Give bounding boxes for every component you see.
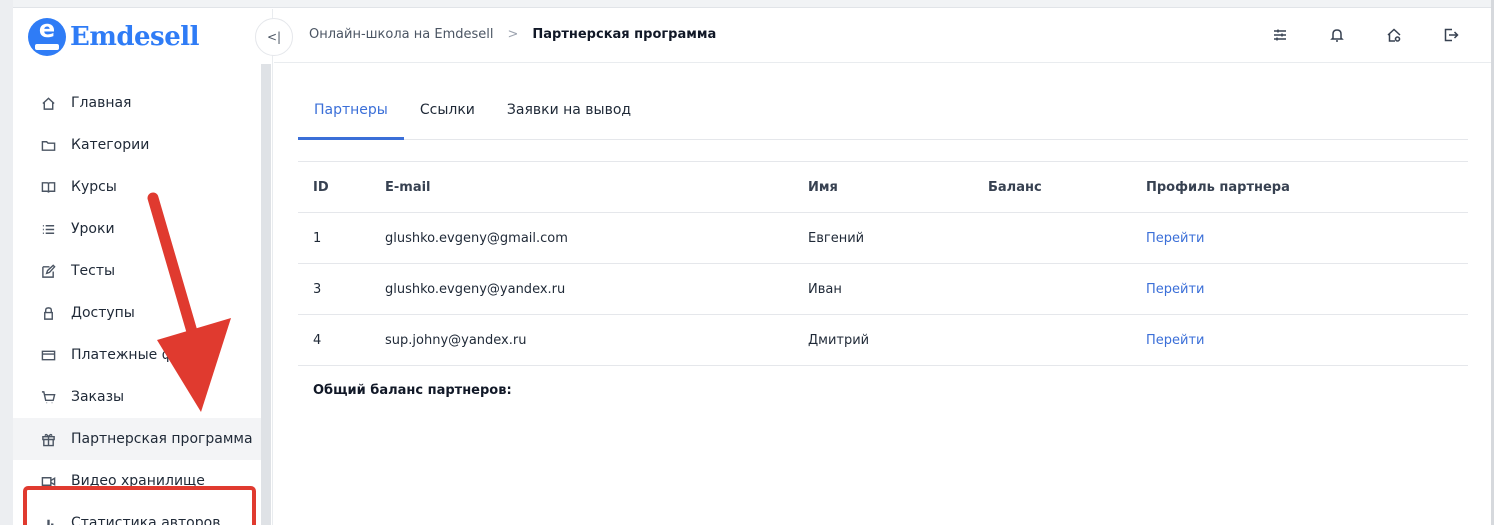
sidebar-item-label: Статистика авторов xyxy=(71,515,221,525)
column-header-profile: Профиль партнера xyxy=(1146,179,1290,195)
sidebar-nav: Главная Категории Курсы Уроки Тесты Дост… xyxy=(13,82,261,525)
settings-sliders-button[interactable] xyxy=(1270,25,1290,45)
sidebar-item-lessons[interactable]: Уроки xyxy=(13,208,261,250)
school-settings-button[interactable] xyxy=(1384,25,1404,45)
folder-icon xyxy=(39,136,57,154)
sidebar-item-orders[interactable]: Заказы xyxy=(13,376,261,418)
logout-button[interactable] xyxy=(1441,25,1461,45)
brand-name: Emdesell xyxy=(70,22,199,52)
sidebar-item-label: Доступы xyxy=(71,305,135,321)
sidebar-item-label: Платежные ф xyxy=(71,347,174,363)
notifications-button[interactable] xyxy=(1327,25,1347,45)
sidebar-item-tests[interactable]: Тесты xyxy=(13,250,261,292)
sidebar-item-label: Курсы xyxy=(71,179,117,195)
sidebar-item-label: Заказы xyxy=(71,389,125,405)
column-header-balance: Баланс xyxy=(988,179,1042,195)
top-header: <| Онлайн-школа на Emdesell > Партнерска… xyxy=(255,9,1491,63)
settings-sliders-icon xyxy=(1274,29,1286,41)
sidebar-item-categories[interactable]: Категории xyxy=(13,124,261,166)
cart-icon xyxy=(39,388,57,406)
cell-id: 1 xyxy=(313,230,322,246)
cell-name: Дмитрий xyxy=(808,332,870,348)
browser-top-edge xyxy=(0,0,1494,8)
gift-icon xyxy=(39,430,57,448)
cell-email: sup.johny@yandex.ru xyxy=(385,332,527,348)
bell-icon xyxy=(1330,29,1344,42)
column-header-id: ID xyxy=(313,179,329,195)
table-row: 1 glushko.evgeny@gmail.com Евгений Перей… xyxy=(298,213,1468,264)
collapse-sidebar-button[interactable]: <| xyxy=(255,18,293,56)
sidebar-item-courses[interactable]: Курсы xyxy=(13,166,261,208)
card-icon xyxy=(39,346,57,364)
partner-profile-link[interactable]: Перейти xyxy=(1146,231,1205,246)
edit-icon xyxy=(39,262,57,280)
tab-partners[interactable]: Партнеры xyxy=(298,81,404,140)
partner-profile-link[interactable]: Перейти xyxy=(1146,282,1205,297)
breadcrumb-parent-link[interactable]: Онлайн-школа на Emdesell xyxy=(309,27,493,42)
partner-profile-link[interactable]: Перейти xyxy=(1146,333,1205,348)
home-gear-icon xyxy=(1387,28,1401,42)
column-header-email: E-mail xyxy=(385,179,431,195)
sidebar-scrollbar[interactable] xyxy=(261,64,271,525)
header-actions xyxy=(1270,25,1461,45)
cell-id: 4 xyxy=(313,332,322,348)
logo-mark-icon: e xyxy=(28,18,66,56)
cell-email: glushko.evgeny@yandex.ru xyxy=(385,281,566,297)
sidebar-item-payment-forms[interactable]: Платежные ф xyxy=(13,334,261,376)
video-icon xyxy=(39,472,57,490)
column-header-name: Имя xyxy=(808,179,838,195)
main-content: Партнеры Ссылки Заявки на вывод ID E-mai… xyxy=(298,64,1468,398)
sidebar-item-label: Главная xyxy=(71,95,132,111)
book-icon xyxy=(39,178,57,196)
sidebar-item-label: Видео хранилище xyxy=(71,473,205,489)
tab-withdrawal-requests[interactable]: Заявки на вывод xyxy=(491,81,647,139)
sidebar-item-label: Уроки xyxy=(71,221,115,237)
sidebar-item-label: Партнерская программа xyxy=(71,431,253,447)
sidebar-item-author-stats[interactable]: Статистика авторов xyxy=(13,502,261,525)
sidebar-item-video-storage[interactable]: Видео хранилище xyxy=(13,460,261,502)
brand-logo[interactable]: e Emdesell xyxy=(28,17,199,57)
breadcrumb-current: Партнерская программа xyxy=(532,27,717,42)
table-row: 3 glushko.evgeny@yandex.ru Иван Перейти xyxy=(298,264,1468,315)
sidebar-item-label: Категории xyxy=(71,137,150,153)
lock-icon xyxy=(39,304,57,322)
table-row: 4 sup.johny@yandex.ru Дмитрий Перейти xyxy=(298,315,1468,366)
window-left-edge xyxy=(0,0,13,525)
list-icon xyxy=(39,220,57,238)
sidebar-item-access[interactable]: Доступы xyxy=(13,292,261,334)
sidebar-item-partner-program[interactable]: Партнерская программа xyxy=(13,418,261,460)
logout-icon xyxy=(1444,28,1459,42)
partners-total-balance: Общий баланс партнеров: xyxy=(313,383,512,398)
sidebar: e Emdesell Главная Категории Курсы Уроки… xyxy=(13,9,273,525)
tab-bar: Партнеры Ссылки Заявки на вывод xyxy=(298,64,1468,140)
chart-icon xyxy=(39,514,57,525)
cell-id: 3 xyxy=(313,281,322,297)
cell-name: Иван xyxy=(808,281,842,297)
chevron-right-icon: > xyxy=(507,27,519,42)
sidebar-item-label: Тесты xyxy=(71,263,116,279)
sidebar-item-home[interactable]: Главная xyxy=(13,82,261,124)
home-icon xyxy=(39,94,57,112)
breadcrumb: Онлайн-школа на Emdesell > Партнерская п… xyxy=(309,27,716,42)
table-header-row: ID E-mail Имя Баланс Профиль партнера xyxy=(298,162,1468,213)
tab-links[interactable]: Ссылки xyxy=(404,81,491,139)
collapse-left-icon: <| xyxy=(266,30,282,44)
cell-name: Евгений xyxy=(808,230,865,246)
partners-table: ID E-mail Имя Баланс Профиль партнера 1 … xyxy=(298,161,1468,366)
cell-email: glushko.evgeny@gmail.com xyxy=(385,230,568,246)
